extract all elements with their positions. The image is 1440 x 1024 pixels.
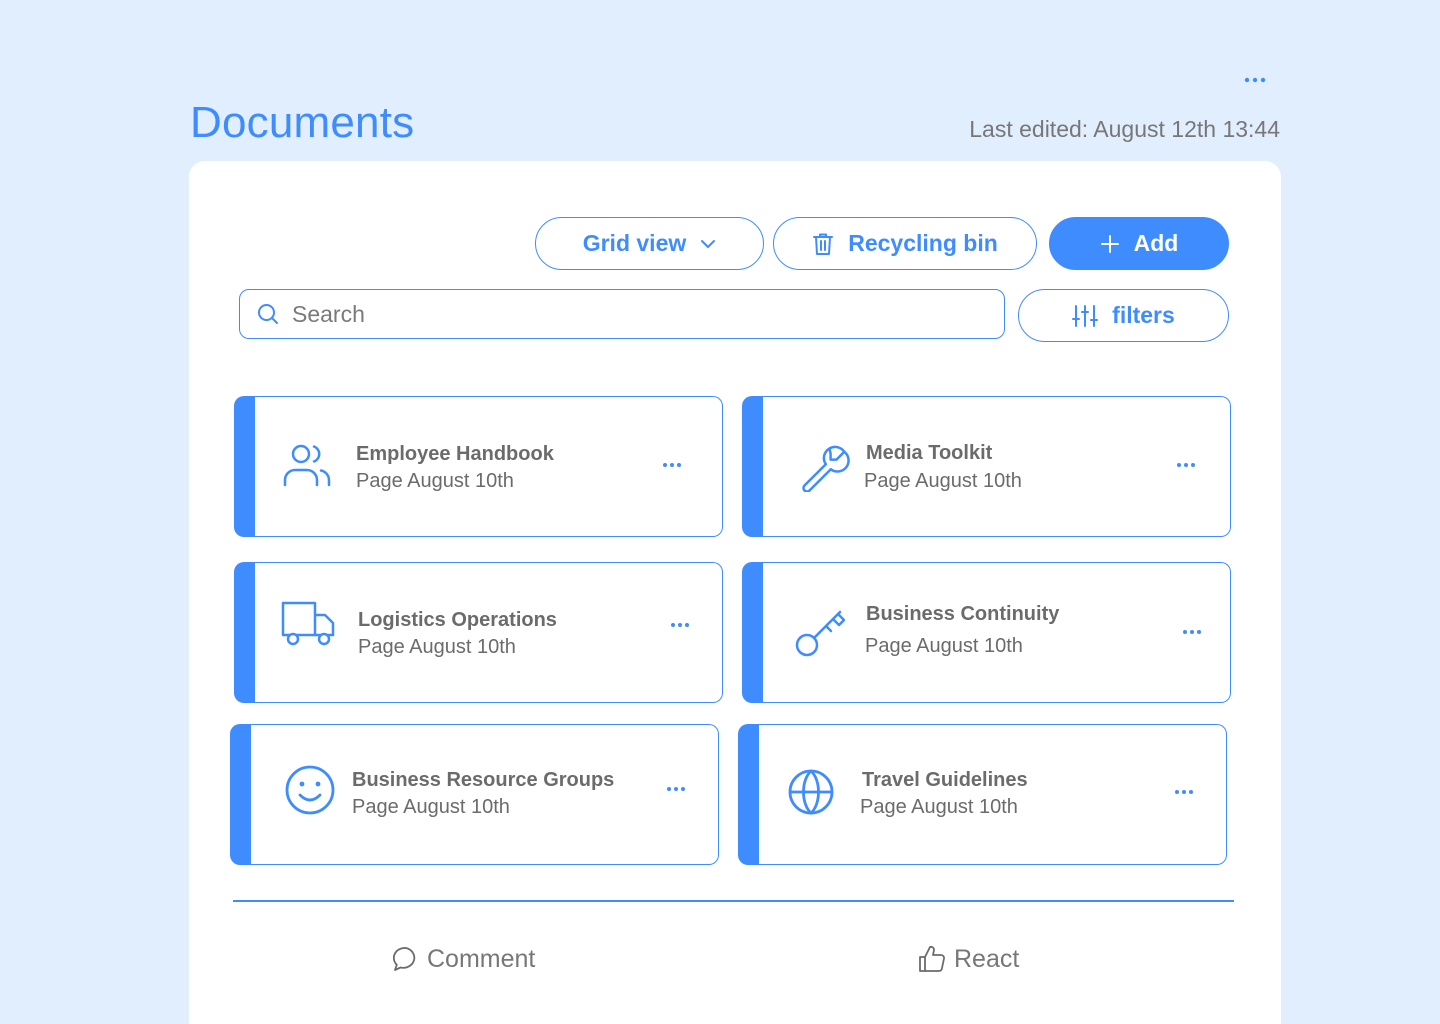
recycling-bin-label: Recycling bin	[848, 230, 998, 256]
document-subtitle: Page August 10th	[864, 470, 1022, 492]
document-card[interactable]: Media Toolkit Page August 10th	[742, 396, 1231, 537]
document-title: Media Toolkit	[866, 442, 993, 464]
document-subtitle: Page August 10th	[358, 636, 516, 658]
document-subtitle: Page August 10th	[860, 796, 1018, 818]
chevron-down-icon	[701, 239, 716, 248]
document-title: Travel Guidelines	[862, 769, 1028, 791]
page-title: Documents	[190, 98, 415, 147]
search-field[interactable]	[239, 289, 1005, 339]
filters-button[interactable]: filters	[1018, 289, 1229, 342]
react-label: React	[954, 944, 1020, 973]
globe-icon	[788, 769, 834, 815]
more-horizontal-icon	[1183, 630, 1201, 634]
document-subtitle: Page August 10th	[865, 635, 1023, 657]
document-more-button[interactable]	[1178, 622, 1206, 642]
trash-icon	[813, 233, 834, 255]
comment-button[interactable]: Comment	[393, 939, 535, 979]
truck-icon	[281, 601, 335, 646]
sliders-icon	[1072, 304, 1099, 327]
thumbs-up-icon	[919, 945, 945, 972]
document-title: Business Resource Groups	[352, 769, 615, 791]
comment-icon	[393, 947, 416, 971]
comment-label: Comment	[427, 944, 536, 973]
search-icon	[258, 304, 278, 324]
last-edited-text: Last edited: August 12th 13:44	[969, 116, 1280, 142]
recycling-bin-button[interactable]: Recycling bin	[773, 217, 1037, 270]
page-more-button[interactable]	[1240, 66, 1270, 94]
grid-view-label: Grid view	[582, 230, 687, 256]
document-more-button[interactable]	[662, 779, 690, 799]
grid-view-dropdown[interactable]: Grid view	[535, 217, 764, 270]
document-title: Business Continuity	[866, 603, 1060, 625]
document-more-button[interactable]	[1172, 455, 1200, 475]
filters-label: filters	[1112, 302, 1175, 328]
document-card[interactable]: Employee Handbook Page August 10th	[234, 396, 723, 537]
search-input[interactable]	[292, 300, 972, 328]
document-title: Logistics Operations	[358, 609, 557, 631]
document-card[interactable]: Logistics Operations Page August 10th	[234, 562, 723, 703]
document-more-button[interactable]	[666, 615, 694, 635]
more-horizontal-icon	[671, 623, 689, 627]
key-icon	[795, 610, 845, 657]
document-card[interactable]: Travel Guidelines Page August 10th	[738, 724, 1227, 865]
add-button[interactable]: Add	[1049, 217, 1229, 270]
plus-icon	[1100, 234, 1119, 253]
more-horizontal-icon	[1175, 790, 1193, 794]
document-title: Employee Handbook	[356, 443, 554, 465]
more-horizontal-icon	[667, 787, 685, 791]
add-label: Add	[1133, 230, 1179, 256]
document-subtitle: Page August 10th	[356, 470, 514, 492]
document-more-button[interactable]	[1170, 782, 1198, 802]
footer-divider	[233, 900, 1234, 902]
wrench-icon	[802, 445, 850, 492]
react-button[interactable]: React	[918, 939, 1019, 979]
document-more-button[interactable]	[658, 455, 686, 475]
document-subtitle: Page August 10th	[352, 796, 510, 818]
document-card[interactable]: Business Resource Groups Page August 10t…	[230, 724, 719, 865]
more-horizontal-icon	[663, 463, 681, 467]
users-icon	[283, 444, 331, 487]
documents-page: Documents Last edited: August 12th 13:44…	[0, 0, 1440, 1024]
document-card[interactable]: Business Continuity Page August 10th	[742, 562, 1231, 703]
more-horizontal-icon	[1244, 77, 1266, 83]
smile-icon	[285, 765, 335, 815]
more-horizontal-icon	[1177, 463, 1195, 467]
documents-panel: Grid view Recycling bin Add Search filte…	[189, 161, 1281, 1024]
